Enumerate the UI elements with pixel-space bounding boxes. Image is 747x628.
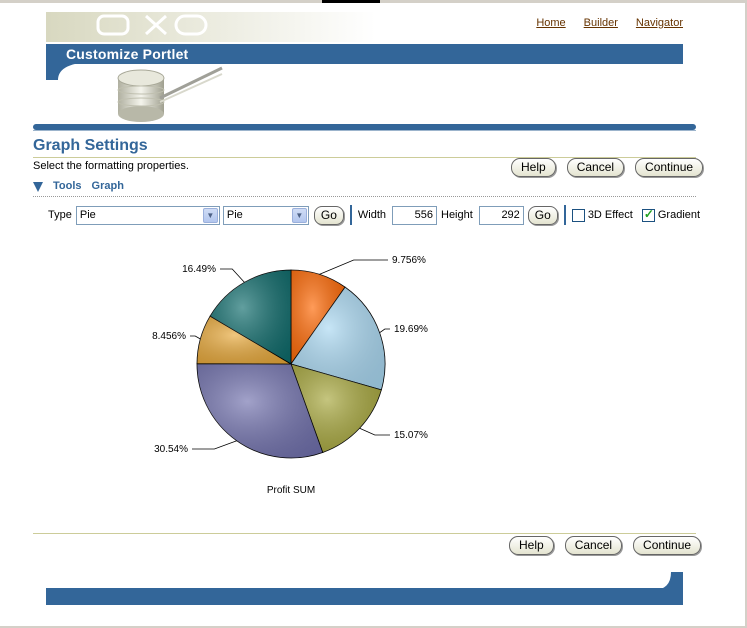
leader-line	[379, 328, 390, 334]
top-nav: Home Builder Navigator	[536, 17, 683, 29]
chart-title: Profit SUM	[267, 485, 315, 496]
dotted-divider	[33, 196, 696, 197]
tools-bar: Tools Graph	[33, 180, 124, 192]
help-button[interactable]: Help	[509, 536, 554, 555]
graph-type-select[interactable]: Pie ▼	[75, 205, 220, 225]
home-link[interactable]: Home	[536, 17, 565, 29]
help-button[interactable]: Help	[511, 158, 556, 177]
graph-controls: Type Pie ▼ Pie ▼ Go Width 556 Height 292…	[48, 205, 700, 225]
bottom-button-row: Help Cancel Continue	[509, 536, 702, 555]
leader-line	[359, 427, 390, 436]
collapse-triangle-icon[interactable]	[33, 182, 43, 192]
height-input[interactable]: 292	[478, 205, 524, 225]
leader-line	[190, 335, 201, 340]
slice-label: 8.456%	[152, 331, 186, 342]
gradient-checkbox[interactable]	[641, 207, 655, 222]
slice-label: 15.07%	[394, 430, 428, 441]
window-top-edge	[0, 0, 747, 3]
control-separator	[563, 205, 566, 225]
3d-effect-label: 3D Effect	[587, 209, 633, 221]
gradient-label: Gradient	[657, 209, 701, 221]
window-tab	[322, 0, 380, 3]
slice-label: 19.69%	[394, 324, 428, 335]
profit-pie-chart: 9.756% 19.69% 15.07% 30.54% 8.456% 16.49% Prof…	[152, 255, 428, 496]
cancel-button[interactable]: Cancel	[566, 158, 625, 177]
graph-type-value: Pie	[79, 208, 96, 221]
3d-effect-checkbox[interactable]	[571, 208, 585, 222]
leader-line	[319, 259, 388, 275]
oracle-logo-watermark	[46, 12, 376, 42]
page-title: Customize Portlet	[66, 46, 189, 62]
database-icon	[117, 66, 223, 122]
graph-link[interactable]: Graph	[92, 180, 124, 192]
banner-curve-decoration	[46, 62, 96, 80]
leader-line	[220, 268, 245, 283]
top-button-row: Help Cancel Continue	[511, 158, 704, 177]
bottom-rule	[33, 533, 696, 534]
slice-label: 30.54%	[154, 444, 188, 455]
builder-link[interactable]: Builder	[584, 17, 618, 29]
tools-link[interactable]: Tools	[53, 180, 82, 192]
go-button-size[interactable]: Go	[527, 205, 558, 225]
graph-subtype-select[interactable]: Pie ▼	[222, 205, 309, 225]
footer-bar	[46, 588, 683, 605]
section-title: Graph Settings	[33, 137, 148, 154]
navigator-link[interactable]: Navigator	[636, 17, 683, 29]
continue-button[interactable]: Continue	[635, 158, 704, 177]
page-banner: Customize Portlet	[46, 44, 683, 64]
chevron-down-icon[interactable]: ▼	[202, 207, 218, 223]
width-input[interactable]: 556	[392, 205, 437, 225]
leader-line	[192, 440, 237, 450]
control-separator	[349, 205, 352, 225]
section-divider-line	[33, 130, 696, 131]
chevron-down-icon[interactable]: ▼	[291, 207, 307, 223]
go-button-type[interactable]: Go	[313, 205, 344, 225]
continue-button[interactable]: Continue	[633, 536, 702, 555]
slice-label: 16.49%	[182, 264, 216, 275]
width-label: Width	[357, 209, 386, 221]
height-label: Height	[441, 209, 473, 221]
graph-subtype-value: Pie	[226, 208, 243, 221]
type-label: Type	[48, 209, 72, 221]
cancel-button[interactable]: Cancel	[564, 536, 623, 555]
instruction-text: Select the formatting properties.	[33, 160, 189, 172]
slice-label: 9.756%	[392, 255, 426, 266]
